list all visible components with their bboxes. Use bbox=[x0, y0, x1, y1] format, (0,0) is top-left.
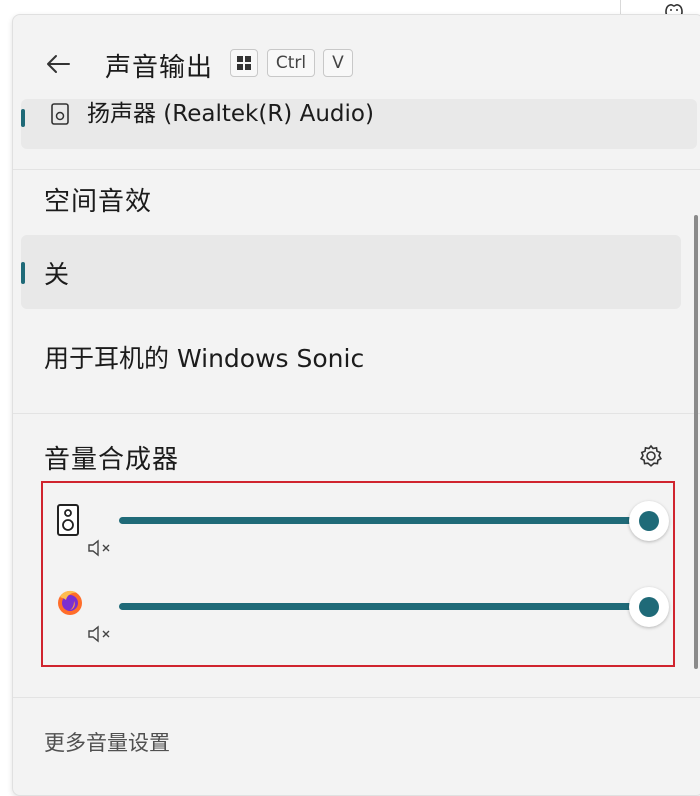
scrollbar-thumb[interactable] bbox=[694, 215, 698, 669]
speaker-app-icon bbox=[57, 504, 79, 536]
background-divider bbox=[620, 0, 621, 14]
mute-button[interactable] bbox=[87, 625, 113, 643]
windows-key-badge bbox=[230, 49, 258, 77]
volume-slider-thumb[interactable] bbox=[629, 587, 669, 627]
ctrl-key-badge: Ctrl bbox=[267, 49, 315, 77]
volume-mixer-highlight bbox=[41, 481, 675, 667]
muted-speaker-icon bbox=[88, 625, 110, 643]
volume-slider-track[interactable] bbox=[119, 517, 649, 524]
volume-slider-thumb[interactable] bbox=[629, 501, 669, 541]
output-device-selector[interactable]: 扬声器 (Realtek(R) Audio) bbox=[21, 99, 697, 149]
divider bbox=[13, 413, 700, 414]
selected-indicator bbox=[21, 262, 25, 284]
speaker-device-icon bbox=[51, 103, 69, 125]
muted-speaker-icon bbox=[88, 539, 110, 557]
volume-slider-track[interactable] bbox=[119, 603, 649, 610]
spatial-option-windows-sonic[interactable]: 用于耳机的 Windows Sonic bbox=[21, 319, 681, 393]
divider bbox=[13, 169, 700, 170]
option-label: 用于耳机的 Windows Sonic bbox=[44, 344, 365, 373]
more-volume-settings-link[interactable]: 更多音量设置 bbox=[44, 727, 170, 757]
page-title: 声音输出 bbox=[105, 53, 214, 83]
back-button[interactable] bbox=[41, 47, 75, 81]
flyout-header: 声音输出 Ctrl V bbox=[13, 15, 700, 109]
v-key-badge: V bbox=[323, 49, 353, 77]
volume-mixer-title: 音量合成器 bbox=[44, 445, 180, 475]
selected-indicator bbox=[21, 109, 25, 127]
output-device-label: 扬声器 (Realtek(R) Audio) bbox=[87, 101, 374, 127]
sound-output-flyout: 声音输出 Ctrl V 扬声器 (Realtek(R) Audio) 空间音效 … bbox=[12, 14, 700, 796]
spatial-sound-title: 空间音效 bbox=[44, 187, 153, 217]
slider-thumb-dot bbox=[639, 597, 659, 617]
divider bbox=[13, 697, 700, 698]
back-arrow-icon bbox=[47, 55, 70, 73]
mute-button[interactable] bbox=[87, 539, 113, 557]
spatial-option-off[interactable]: 关 bbox=[21, 235, 681, 309]
gear-icon[interactable] bbox=[638, 443, 664, 469]
firefox-icon bbox=[58, 590, 82, 615]
slider-thumb-dot bbox=[639, 511, 659, 531]
option-label: 关 bbox=[44, 260, 70, 289]
windows-logo-icon bbox=[237, 56, 251, 70]
